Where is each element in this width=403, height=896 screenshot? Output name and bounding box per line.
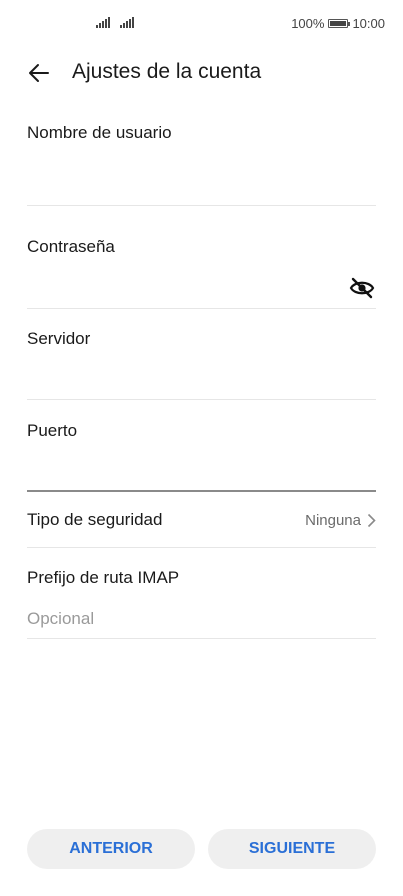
eye-off-icon bbox=[349, 277, 375, 299]
port-label: Puerto bbox=[27, 421, 78, 440]
back-arrow-icon bbox=[29, 64, 49, 82]
status-bar: 100% 10:00 bbox=[0, 0, 403, 48]
server-field: Servidor bbox=[27, 329, 376, 349]
security-type-label: Tipo de seguridad bbox=[27, 510, 163, 529]
back-button[interactable] bbox=[24, 58, 54, 88]
security-type-row[interactable]: Tipo de seguridad Ninguna bbox=[27, 500, 376, 540]
username-field: Nombre de usuario bbox=[27, 123, 376, 143]
imap-prefix-field: Prefijo de ruta IMAP bbox=[27, 568, 376, 588]
next-button[interactable]: SIGUIENTE bbox=[208, 829, 376, 869]
password-input[interactable] bbox=[27, 270, 342, 304]
divider bbox=[27, 638, 376, 639]
divider bbox=[27, 399, 376, 400]
username-label: Nombre de usuario bbox=[27, 123, 172, 142]
imap-prefix-input[interactable]: Opcional bbox=[27, 603, 376, 637]
signal-icon bbox=[120, 16, 134, 28]
password-field: Contraseña bbox=[27, 237, 376, 257]
divider bbox=[27, 547, 376, 548]
port-input[interactable] bbox=[27, 452, 376, 486]
username-input[interactable] bbox=[27, 165, 376, 199]
active-divider bbox=[27, 490, 376, 492]
app-header: Ajustes de la cuenta bbox=[0, 54, 403, 90]
divider bbox=[27, 308, 376, 309]
battery-icon bbox=[328, 19, 351, 28]
toggle-password-visibility[interactable] bbox=[348, 276, 376, 300]
port-field: Puerto bbox=[27, 421, 376, 441]
chevron-right-icon bbox=[367, 513, 376, 527]
server-input[interactable] bbox=[27, 360, 376, 394]
battery-percent: 100% bbox=[291, 16, 325, 31]
page-title: Ajustes de la cuenta bbox=[72, 60, 262, 83]
previous-button[interactable]: ANTERIOR bbox=[27, 829, 195, 869]
signal-icon bbox=[96, 16, 110, 28]
server-label: Servidor bbox=[27, 329, 91, 348]
imap-prefix-label: Prefijo de ruta IMAP bbox=[27, 568, 180, 587]
imap-prefix-placeholder: Opcional bbox=[27, 609, 95, 628]
divider bbox=[27, 205, 376, 206]
security-type-value: Ninguna bbox=[305, 511, 361, 529]
password-label: Contraseña bbox=[27, 237, 115, 256]
clock: 10:00 bbox=[352, 16, 385, 31]
